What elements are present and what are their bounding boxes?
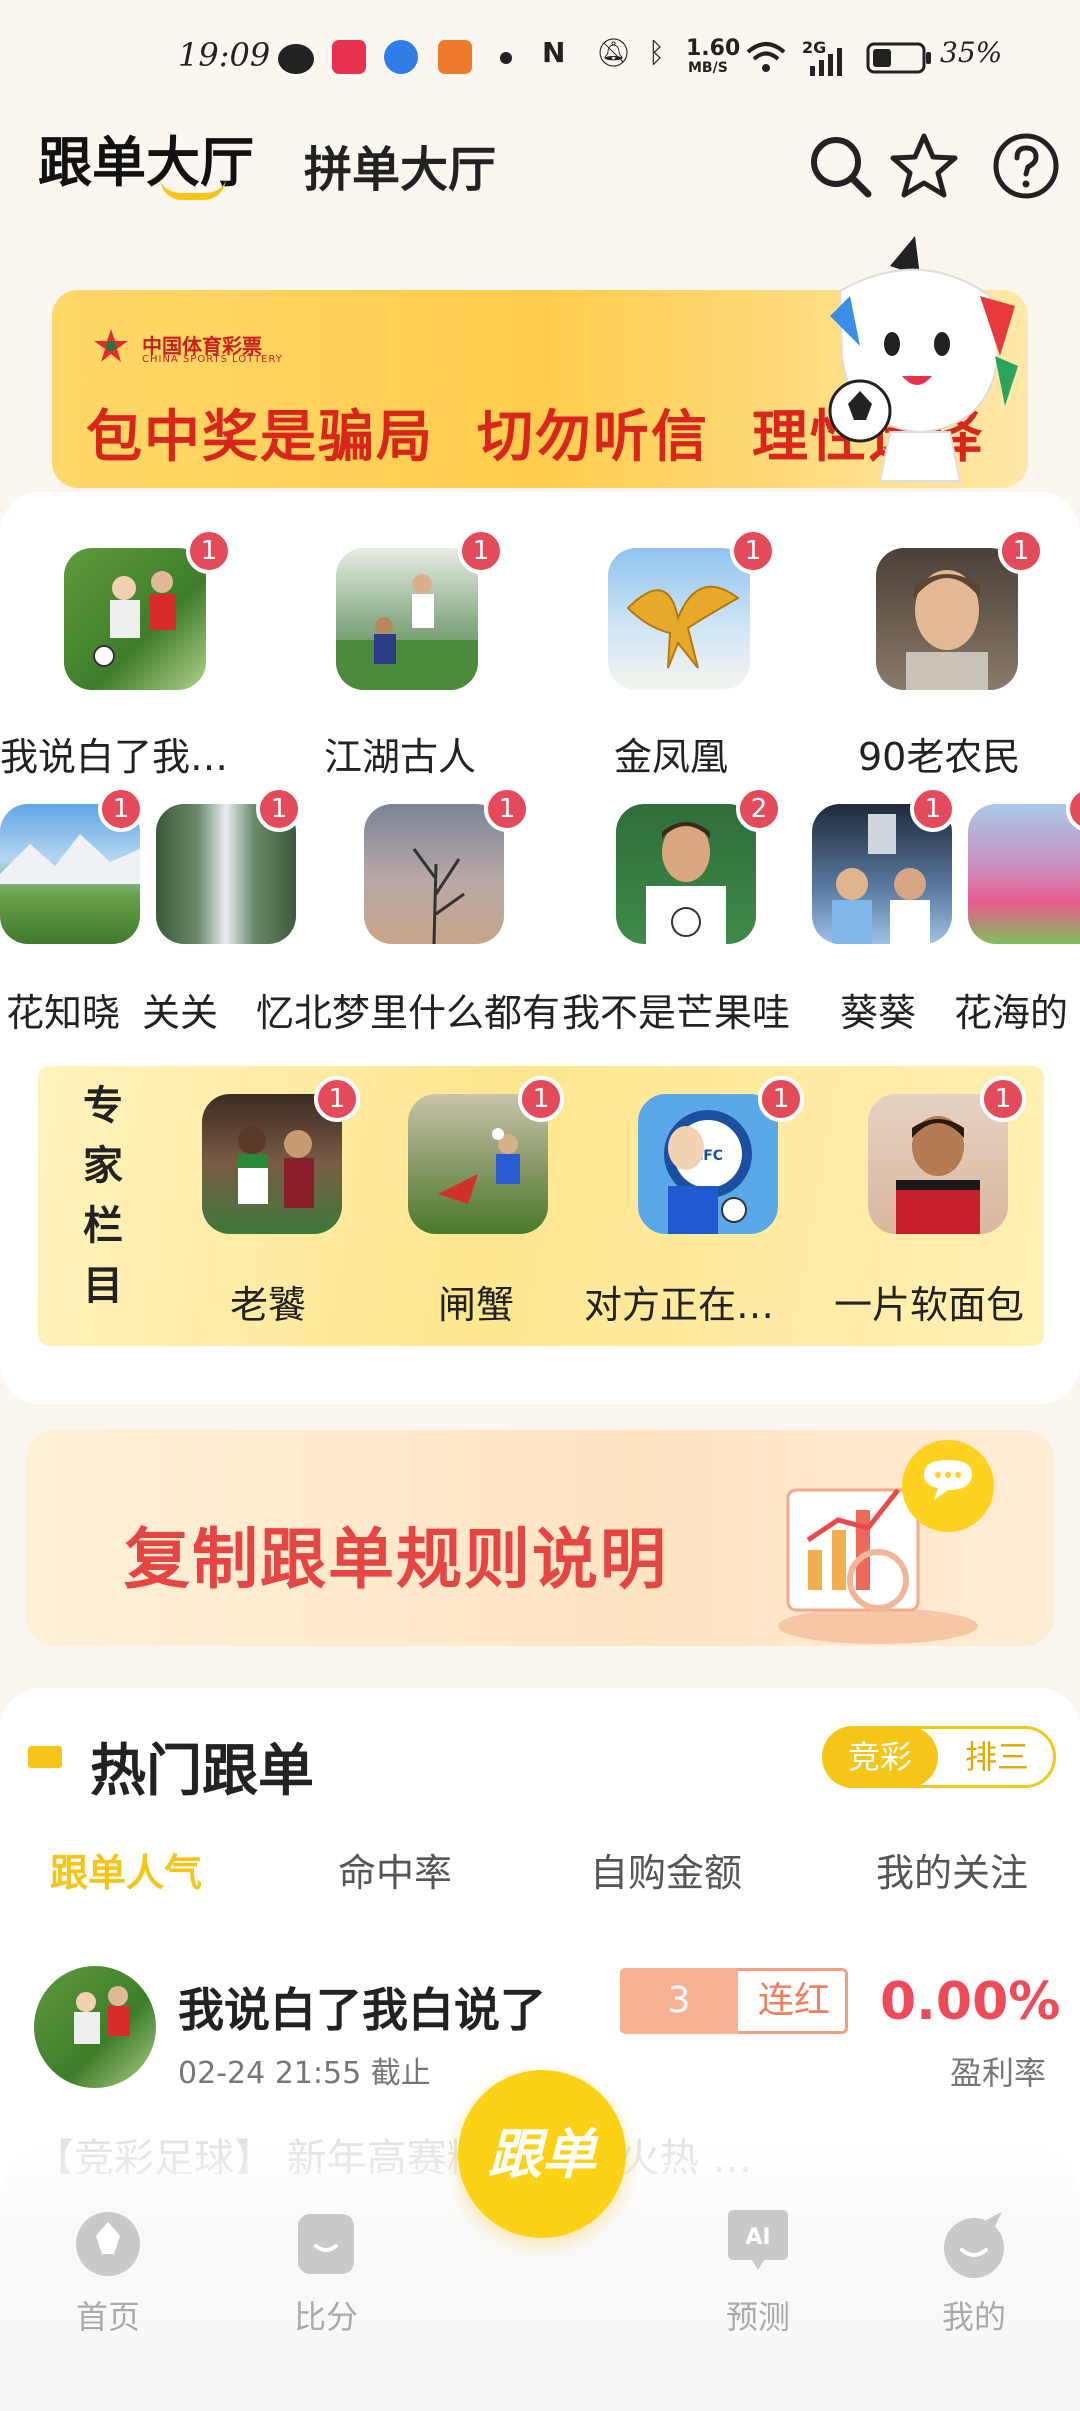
help-icon[interactable] <box>990 130 1062 202</box>
profile-icon[interactable] <box>936 2206 1012 2282</box>
bluetooth-icon: ᛒ <box>648 36 665 69</box>
game-icon <box>438 40 472 74</box>
notification-badge: 1 <box>758 1076 804 1122</box>
sub-tab-popularity[interactable]: 跟单人气 <box>50 1842 202 1897</box>
wechat-icon <box>278 44 314 74</box>
user-name: 花知晓 <box>6 991 121 1035</box>
svg-text:AI: AI <box>745 2225 770 2250</box>
expert-name: 闸蟹 <box>438 1283 515 1327</box>
notification-badge: 1 <box>910 786 956 832</box>
status-bar: 19:09 N 🔕︎ ᛒ 1.60 MB/S 2G 35% <box>0 0 1080 100</box>
follow-order-fab[interactable]: 跟单 <box>458 2070 626 2238</box>
battery-icon <box>866 42 931 74</box>
nfc-icon: N <box>542 36 566 69</box>
row-avatar[interactable] <box>34 1966 156 2088</box>
mascot-image <box>828 236 1018 482</box>
row-user-name: 我说白了我白说了 <box>178 1983 546 2037</box>
profit-rate-label: 盈利率 <box>949 2054 1046 2092</box>
notification-badge: 1 <box>256 786 302 832</box>
dot-icon <box>500 52 512 64</box>
battery-percent: 35% <box>940 36 1003 69</box>
expert-column-title: 专家栏目 <box>83 1083 123 1309</box>
toggle-jingcai[interactable]: 竞彩 <box>822 1726 938 1788</box>
nav-score-label[interactable]: 比分 <box>266 2292 386 2338</box>
user-avatar[interactable] <box>616 804 756 944</box>
expert-avatar[interactable]: CFC <box>638 1094 778 1234</box>
net-speed-unit: MB/S <box>688 60 728 76</box>
app-icon <box>332 40 366 74</box>
user-name: 关关 <box>142 991 219 1035</box>
mute-icon: 🔕︎ <box>596 36 632 69</box>
expert-name: 一片软面包 <box>834 1283 1025 1327</box>
expert-name: 对方正在… <box>584 1283 775 1327</box>
user-avatar[interactable] <box>876 548 1018 690</box>
section-marker <box>28 1746 62 1768</box>
notification-badge: 1 <box>186 528 232 574</box>
user-name: 金凤凰 <box>614 735 729 779</box>
copy-rules-text: 复制跟单规则说明 <box>124 1521 668 1598</box>
nav-profile-label[interactable]: 我的 <box>914 2292 1034 2338</box>
notification-badge: 1 <box>98 786 144 832</box>
lottery-logo-icon <box>94 329 128 362</box>
user-name: 葵葵 <box>840 991 917 1035</box>
search-icon[interactable] <box>804 130 876 202</box>
net-speed: 1.60 <box>686 36 741 61</box>
row-deadline: 02-24 21:55 截止 <box>178 2056 431 2091</box>
user-name: 我说白了我… <box>0 735 229 779</box>
profit-rate-value: 0.00% <box>880 1972 1061 2032</box>
user-name: 花海的 <box>954 991 1069 1035</box>
user-avatar[interactable] <box>608 548 750 690</box>
nav-home-label[interactable]: 首页 <box>48 2292 168 2338</box>
sub-tab-hit-rate[interactable]: 命中率 <box>338 1842 452 1897</box>
notification-badge: 1 <box>518 1076 564 1122</box>
hot-follow-title: 热门跟单 <box>90 1739 314 1804</box>
user-avatar[interactable] <box>968 804 1080 944</box>
toggle-paisan[interactable]: 排三 <box>942 1726 1052 1788</box>
chart-illustration-icon <box>778 1440 994 1644</box>
streak-count: 3 <box>620 1968 738 2034</box>
notification-badge: 1 <box>484 786 530 832</box>
sub-tab-self-buy[interactable]: 自购金额 <box>590 1842 742 1897</box>
cloud-icon <box>384 40 418 74</box>
user-avatar[interactable] <box>336 548 478 690</box>
star-icon[interactable] <box>888 130 960 202</box>
expert-name: 老饕 <box>230 1283 307 1327</box>
streak-label: 连红 <box>757 1980 830 2021</box>
nav-predict-label[interactable]: 预测 <box>698 2292 818 2338</box>
notification-badge: 1 <box>998 528 1044 574</box>
notification-badge: 2 <box>736 786 782 832</box>
wifi-icon <box>746 42 786 72</box>
notification-badge: 1 <box>314 1076 360 1122</box>
score-icon[interactable] <box>288 2206 364 2282</box>
sub-tab-following[interactable]: 我的关注 <box>876 1842 1028 1897</box>
user-name: 江湖古人 <box>324 735 477 779</box>
user-name: 我不是芒果哇 <box>562 991 791 1035</box>
signal-icon <box>810 48 842 76</box>
notification-badge: 1 <box>980 1076 1026 1122</box>
home-icon[interactable] <box>70 2206 146 2282</box>
tab-group-hall[interactable]: 拼单大厅 <box>304 130 496 200</box>
user-name: 90老农民 <box>858 735 1021 779</box>
notification-badge: 1 <box>458 528 504 574</box>
user-avatar[interactable] <box>364 804 504 944</box>
status-time: 19:09 <box>178 36 271 74</box>
notification-badge: 1 <box>730 528 776 574</box>
ai-predict-icon[interactable]: AI <box>720 2206 796 2282</box>
user-name: 忆北梦里什么都有 <box>256 991 561 1035</box>
user-avatar[interactable] <box>64 548 206 690</box>
lottery-name-en: CHINA SPORTS LOTTERY <box>142 354 283 365</box>
